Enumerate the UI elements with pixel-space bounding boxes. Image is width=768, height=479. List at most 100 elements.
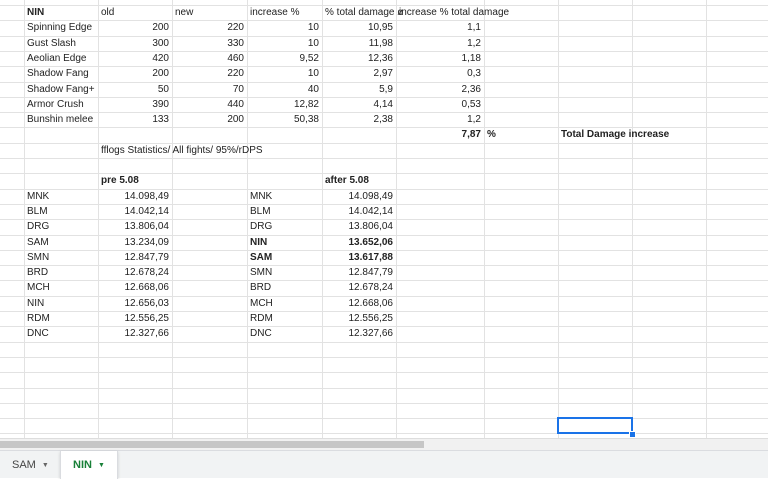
dps-cell[interactable]: 12.847,79 <box>98 250 170 265</box>
table-cell[interactable]: Shadow Fang+ <box>27 82 95 97</box>
dps-cell[interactable]: 13.617,88 <box>322 250 394 265</box>
scrollbar-thumb[interactable] <box>0 441 424 448</box>
header-cell[interactable]: increase % <box>250 5 299 20</box>
sheet-tab-nin[interactable]: NIN ▼ <box>60 451 118 479</box>
total-label-cell[interactable]: Total Damage increase <box>561 127 669 142</box>
table-cell[interactable]: 50,38 <box>247 112 319 127</box>
dps-cell[interactable]: 13.806,04 <box>98 219 170 234</box>
dps-cell[interactable]: 12.327,66 <box>98 326 170 341</box>
table-cell[interactable]: 12,82 <box>247 97 319 112</box>
table-cell[interactable]: 2,97 <box>322 66 393 81</box>
table-cell[interactable]: 133 <box>98 112 169 127</box>
job-cell[interactable]: MCH <box>27 280 50 295</box>
dps-cell[interactable]: 12.678,24 <box>322 280 394 295</box>
table-cell[interactable]: 4,14 <box>322 97 393 112</box>
table-cell[interactable]: 200 <box>98 20 169 35</box>
table-cell[interactable]: 70 <box>172 82 244 97</box>
spreadsheet-grid[interactable]: NIN old new increase % % total damage ø incre… <box>0 0 768 438</box>
dps-cell[interactable]: 13.652,06 <box>322 235 394 250</box>
job-cell[interactable]: DRG <box>27 219 49 234</box>
table-cell[interactable]: 1,2 <box>396 112 481 127</box>
dps-cell[interactable]: 12.847,79 <box>322 265 394 280</box>
after-title-cell[interactable]: after 5.08 <box>325 173 369 188</box>
job-cell[interactable]: RDM <box>27 311 50 326</box>
dps-cell[interactable]: 12.327,66 <box>322 326 394 341</box>
table-cell[interactable]: Armor Crush <box>27 97 84 112</box>
job-cell[interactable]: NIN <box>250 235 267 250</box>
job-cell[interactable]: SMN <box>250 265 272 280</box>
header-cell[interactable]: NIN <box>27 5 44 20</box>
dps-cell[interactable]: 12.668,06 <box>322 296 394 311</box>
selected-cell[interactable] <box>557 417 633 434</box>
job-cell[interactable]: RDM <box>250 311 273 326</box>
table-cell[interactable]: Spinning Edge <box>27 20 92 35</box>
table-cell[interactable]: 10 <box>247 36 319 51</box>
job-cell[interactable]: MNK <box>250 189 272 204</box>
table-cell[interactable]: Aeolian Edge <box>27 51 87 66</box>
stats-caption-cell[interactable]: fflogs Statistics/ All fights/ 95%/rDPS <box>101 143 263 158</box>
dps-cell[interactable]: 13.234,09 <box>98 235 170 250</box>
dps-cell[interactable]: 12.656,03 <box>98 296 170 311</box>
table-cell[interactable]: 220 <box>172 20 244 35</box>
total-value-cell[interactable]: 7,87 <box>396 127 481 142</box>
dps-cell[interactable]: 14.098,49 <box>98 189 170 204</box>
horizontal-scrollbar[interactable] <box>0 438 768 450</box>
job-cell[interactable]: BLM <box>27 204 48 219</box>
job-cell[interactable]: NIN <box>27 296 44 311</box>
table-cell[interactable]: 12,36 <box>322 51 393 66</box>
table-cell[interactable]: 50 <box>98 82 169 97</box>
job-cell[interactable]: DNC <box>27 326 49 341</box>
table-cell[interactable]: 2,38 <box>322 112 393 127</box>
table-cell[interactable]: 10,95 <box>322 20 393 35</box>
table-cell[interactable]: 1,18 <box>396 51 481 66</box>
table-cell[interactable]: 200 <box>172 112 244 127</box>
dps-cell[interactable]: 12.668,06 <box>98 280 170 295</box>
job-cell[interactable]: BLM <box>250 204 271 219</box>
caret-down-icon[interactable]: ▼ <box>98 462 105 469</box>
table-cell[interactable]: Shadow Fang <box>27 66 89 81</box>
dps-cell[interactable]: 14.042,14 <box>98 204 170 219</box>
table-cell[interactable]: 11,98 <box>322 36 393 51</box>
table-cell[interactable]: Gust Slash <box>27 36 76 51</box>
dps-cell[interactable]: 14.098,49 <box>322 189 394 204</box>
table-cell[interactable]: 330 <box>172 36 244 51</box>
job-cell[interactable]: MCH <box>250 296 273 311</box>
table-cell[interactable]: 2,36 <box>396 82 481 97</box>
table-cell[interactable]: 1,2 <box>396 36 481 51</box>
header-cell[interactable]: new <box>175 5 193 20</box>
caret-down-icon[interactable]: ▼ <box>42 462 49 469</box>
job-cell[interactable]: DRG <box>250 219 272 234</box>
header-cell[interactable]: old <box>101 5 114 20</box>
dps-cell[interactable]: 14.042,14 <box>322 204 394 219</box>
table-cell[interactable]: 1,1 <box>396 20 481 35</box>
job-cell[interactable]: BRD <box>250 280 271 295</box>
fill-handle[interactable] <box>629 431 636 438</box>
table-cell[interactable]: Bunshin melee <box>27 112 93 127</box>
dps-cell[interactable]: 12.556,25 <box>98 311 170 326</box>
dps-cell[interactable]: 12.678,24 <box>98 265 170 280</box>
table-cell[interactable]: 440 <box>172 97 244 112</box>
job-cell[interactable]: SMN <box>27 250 49 265</box>
pre-title-cell[interactable]: pre 5.08 <box>101 173 139 188</box>
header-cell[interactable]: % total damage ø <box>325 5 403 20</box>
table-cell[interactable]: 200 <box>98 66 169 81</box>
job-cell[interactable]: DNC <box>250 326 272 341</box>
total-unit-cell[interactable]: % <box>487 127 496 142</box>
dps-cell[interactable]: 12.556,25 <box>322 311 394 326</box>
table-cell[interactable]: 0,53 <box>396 97 481 112</box>
table-cell[interactable]: 40 <box>247 82 319 97</box>
table-cell[interactable]: 300 <box>98 36 169 51</box>
table-cell[interactable]: 420 <box>98 51 169 66</box>
table-cell[interactable]: 460 <box>172 51 244 66</box>
job-cell[interactable]: BRD <box>27 265 48 280</box>
table-cell[interactable]: 10 <box>247 66 319 81</box>
sheet-tab-sam[interactable]: SAM ▼ <box>0 451 58 479</box>
job-cell[interactable]: MNK <box>27 189 49 204</box>
table-cell[interactable]: 220 <box>172 66 244 81</box>
header-cell[interactable]: increase % total damage <box>399 5 509 20</box>
table-cell[interactable]: 390 <box>98 97 169 112</box>
table-cell[interactable]: 5,9 <box>322 82 393 97</box>
job-cell[interactable]: SAM <box>250 250 272 265</box>
table-cell[interactable]: 9,52 <box>247 51 319 66</box>
job-cell[interactable]: SAM <box>27 235 49 250</box>
